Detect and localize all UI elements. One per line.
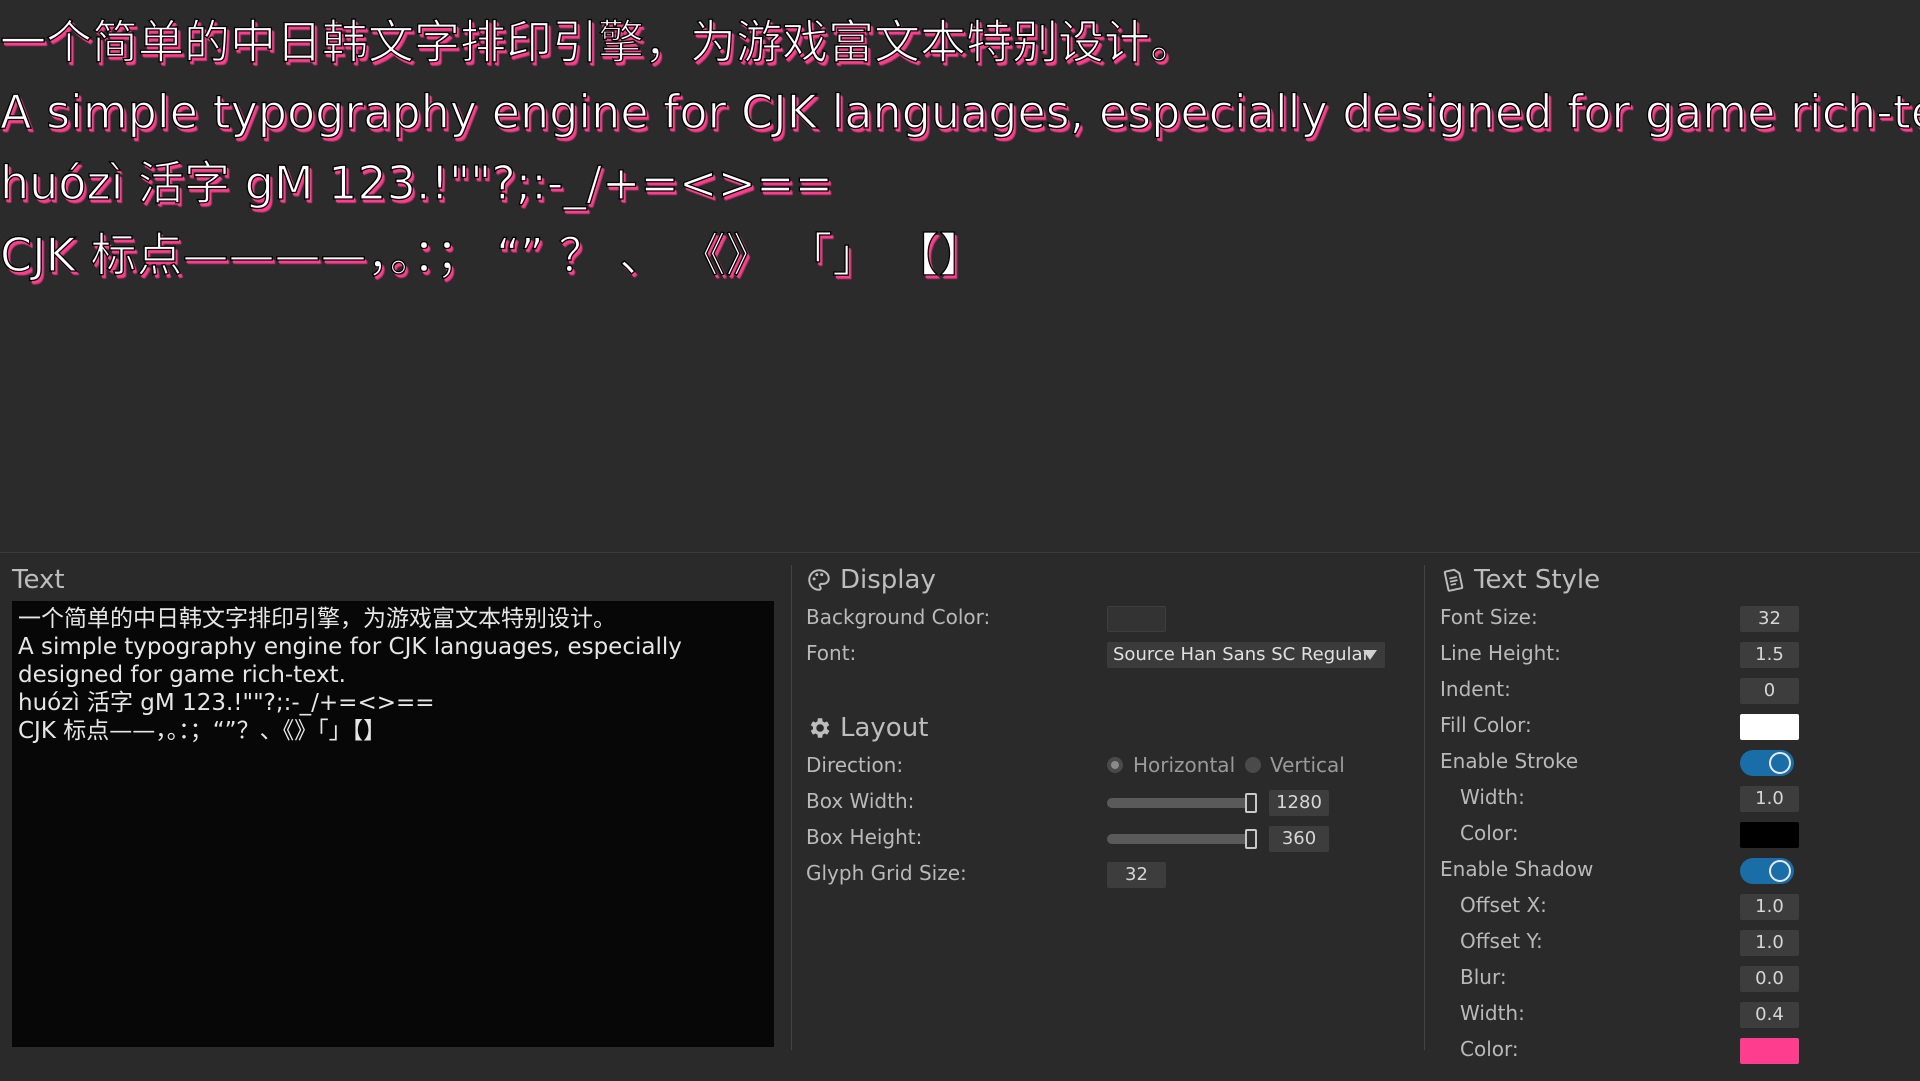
direction-vertical-radio[interactable] — [1245, 757, 1261, 773]
shadow-offset-y-input[interactable]: 1.0 — [1740, 930, 1799, 956]
font-size-input[interactable]: 32 — [1740, 606, 1799, 632]
document-icon — [1443, 568, 1464, 592]
box-height-label: Box Height: — [806, 825, 923, 849]
direction-vertical-label: Vertical — [1270, 753, 1345, 777]
shadow-offset-x-label: Offset X: — [1460, 893, 1547, 917]
glyph-grid-size-input[interactable]: 32 — [1107, 862, 1166, 888]
layout-section-title-label: Layout — [840, 713, 929, 743]
text-section-title-label: Text — [12, 565, 65, 595]
stroke-color-swatch[interactable] — [1740, 822, 1799, 848]
preview-line-2: A simple typography engine for CJK langu… — [0, 84, 1920, 139]
box-height-slider-fill — [1107, 834, 1257, 844]
shadow-blur-label: Blur: — [1460, 965, 1507, 989]
glyph-grid-size-label: Glyph Grid Size: — [806, 861, 967, 885]
gear-icon — [810, 718, 830, 738]
box-width-input[interactable]: 1280 — [1269, 790, 1329, 816]
control-panel: Text 一个简单的中日韩文字排印引擎，为游戏富文本特别设计。 A simple… — [0, 552, 1920, 1081]
indent-input[interactable]: 0 — [1740, 678, 1799, 704]
font-label: Font: — [806, 641, 857, 665]
preview-canvas: 一个简单的中日韩文字排印引擎，为游戏富文本特别设计。 A simple typo… — [0, 0, 1920, 552]
direction-horizontal-label: Horizontal — [1133, 753, 1236, 777]
enable-stroke-toggle[interactable] — [1740, 750, 1794, 776]
enable-shadow-toggle[interactable] — [1740, 858, 1794, 884]
background-color-label: Background Color: — [806, 605, 991, 629]
enable-shadow-label: Enable Shadow — [1440, 857, 1594, 881]
line-height-input[interactable]: 1.5 — [1740, 642, 1799, 668]
box-width-slider-handle[interactable] — [1245, 793, 1257, 813]
stroke-width-input[interactable]: 1.0 — [1740, 786, 1799, 812]
layout-section-title: Layout — [806, 713, 928, 743]
direction-horizontal-radio[interactable] — [1107, 757, 1123, 773]
shadow-color-swatch[interactable] — [1740, 1038, 1799, 1064]
box-width-label: Box Width: — [806, 789, 915, 813]
chevron-down-icon — [1363, 650, 1377, 660]
display-section-title: Display — [806, 565, 936, 595]
box-height-slider[interactable] — [1107, 829, 1257, 849]
indent-label: Indent: — [1440, 677, 1511, 701]
font-size-label: Font Size: — [1440, 605, 1538, 629]
shadow-color-label: Color: — [1460, 1037, 1519, 1061]
text-input-area[interactable]: 一个简单的中日韩文字排印引擎，为游戏富文本特别设计。 A simple typo… — [12, 601, 774, 1047]
toggle-knob — [1769, 752, 1791, 774]
shadow-width-input[interactable]: 0.4 — [1740, 1002, 1799, 1028]
text-style-section-title: Text Style — [1440, 565, 1600, 595]
box-width-slider[interactable] — [1107, 793, 1257, 813]
stroke-width-label: Width: — [1460, 785, 1525, 809]
preview-line-3: huózì 活字 gM 123.!""?;:-_/+=<>== — [0, 155, 834, 210]
palette-icon — [808, 569, 830, 591]
box-height-slider-handle[interactable] — [1245, 829, 1257, 849]
fill-color-label: Fill Color: — [1440, 713, 1532, 737]
text-section-title: Text — [12, 565, 65, 595]
box-height-input[interactable]: 360 — [1269, 826, 1329, 852]
direction-label: Direction: — [806, 753, 904, 777]
preview-line-4: CJK 标点————，。：； “” ？ 、 《》 「」 【】 — [0, 227, 986, 282]
toggle-knob — [1769, 860, 1791, 882]
font-select-value: Source Han Sans SC Regular — [1113, 644, 1370, 665]
preview-line-1: 一个简单的中日韩文字排印引擎，为游戏富文本特别设计。 — [0, 14, 1197, 69]
display-section-title-label: Display — [840, 565, 936, 595]
shadow-width-label: Width: — [1460, 1001, 1525, 1025]
background-color-swatch[interactable] — [1107, 606, 1166, 632]
divider-1 — [791, 565, 792, 1050]
font-select[interactable]: Source Han Sans SC Regular — [1107, 642, 1385, 668]
line-height-label: Line Height: — [1440, 641, 1561, 665]
divider-2 — [1424, 565, 1425, 1050]
box-width-slider-fill — [1107, 798, 1257, 808]
text-style-section-title-label: Text Style — [1474, 565, 1601, 595]
stroke-color-label: Color: — [1460, 821, 1519, 845]
enable-stroke-label: Enable Stroke — [1440, 749, 1579, 773]
shadow-offset-y-label: Offset Y: — [1460, 929, 1543, 953]
fill-color-swatch[interactable] — [1740, 714, 1799, 740]
shadow-blur-input[interactable]: 0.0 — [1740, 966, 1799, 992]
shadow-offset-x-input[interactable]: 1.0 — [1740, 894, 1799, 920]
